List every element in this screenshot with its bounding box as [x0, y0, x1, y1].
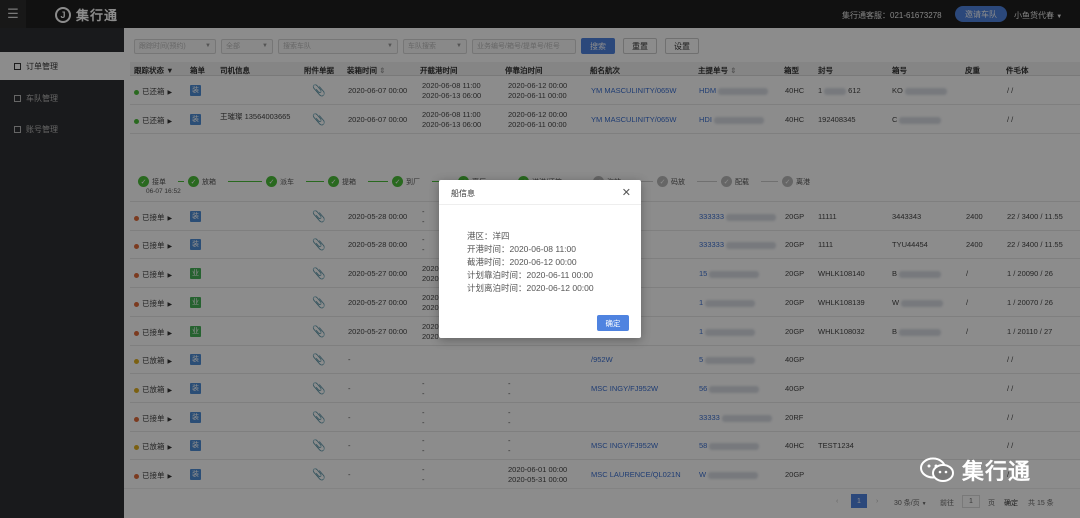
dialog-body: 港区：洋四 开港时间：2020-06-08 11:00 截港时间：2020-06…	[467, 230, 594, 295]
wechat-watermark: 集行通	[920, 454, 1031, 486]
port-area: 港区：洋四	[467, 231, 510, 241]
planned-berth-time: 计划靠泊时间：2020-06-11 00:00	[467, 270, 593, 280]
dialog-title: 船信息	[451, 189, 475, 198]
vessel-info-dialog: 船信息 ✕ 港区：洋四 开港时间：2020-06-08 11:00 截港时间：2…	[439, 180, 641, 338]
port-cutoff-time: 截港时间：2020-06-12 00:00	[467, 257, 577, 267]
port-open-time: 开港时间：2020-06-08 11:00	[467, 244, 576, 254]
close-icon[interactable]: ✕	[622, 186, 631, 199]
dialog-divider	[439, 204, 641, 205]
watermark-text: 集行通	[962, 459, 1032, 484]
wechat-icon	[920, 457, 954, 482]
ok-button[interactable]: 确定	[597, 315, 629, 331]
planned-departure-time: 计划离泊时间：2020-06-12 00:00	[467, 283, 594, 293]
